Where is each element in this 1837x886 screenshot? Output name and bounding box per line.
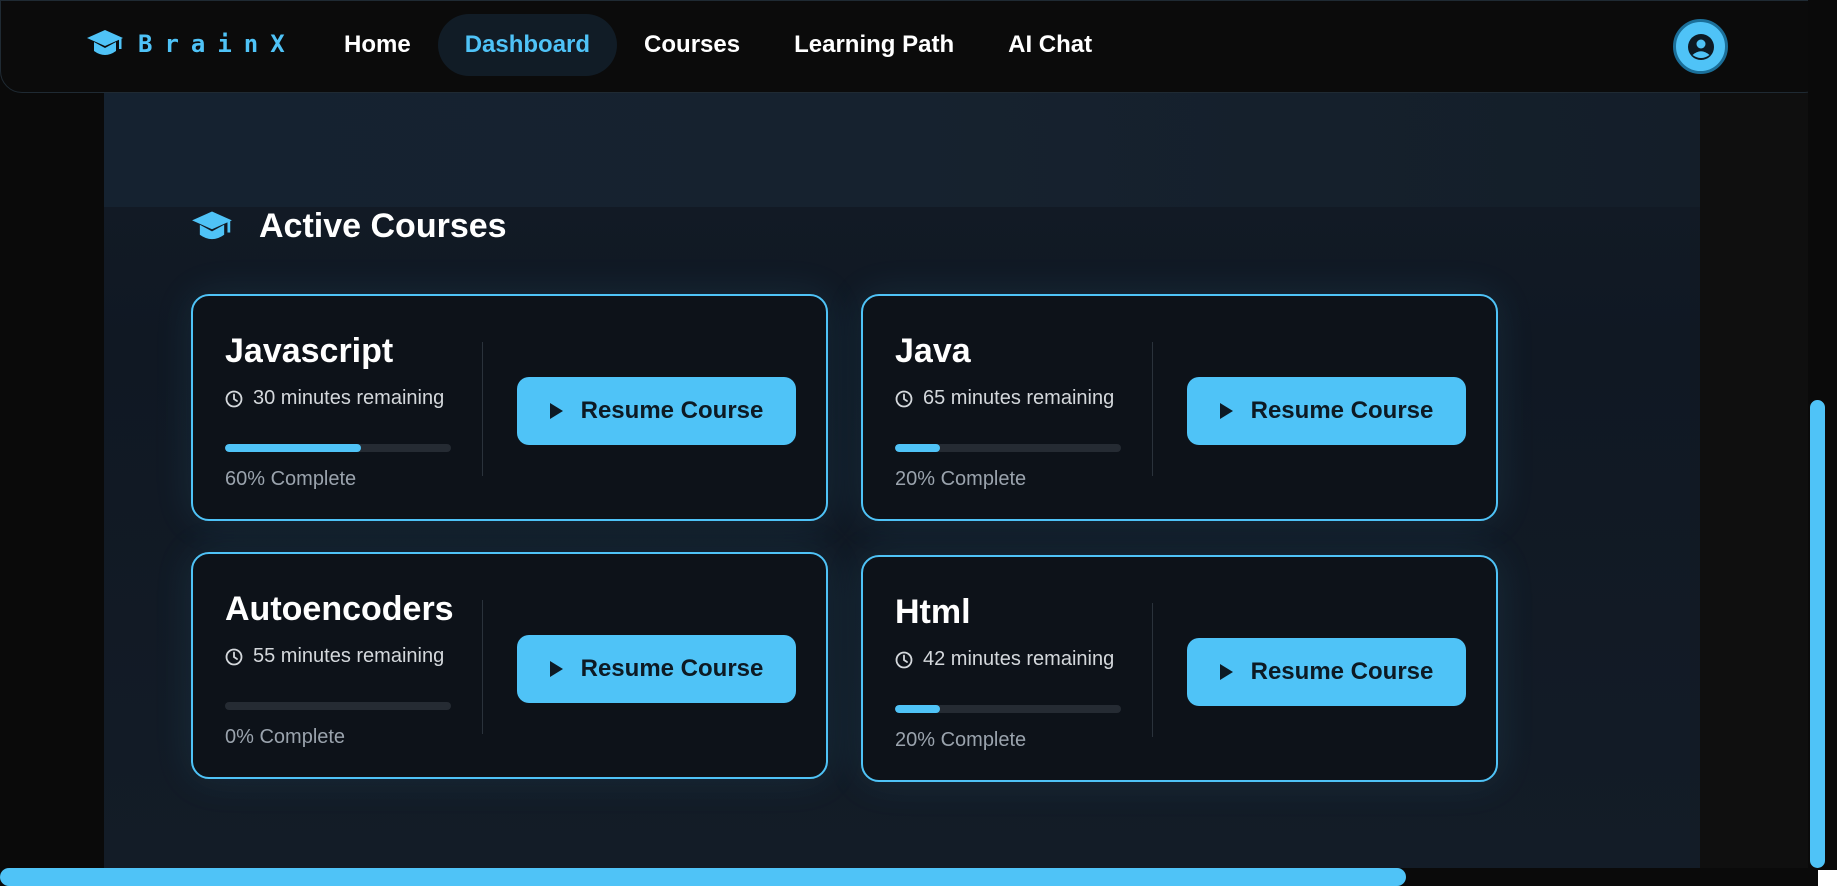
user-circle-icon	[1687, 33, 1714, 60]
section-title: Active Courses	[259, 207, 507, 245]
clock-icon	[895, 390, 913, 407]
nav-links: Home Dashboard Courses Learning Path AI …	[317, 14, 1119, 76]
nav-courses[interactable]: Courses	[617, 14, 767, 76]
graduation-cap-icon	[192, 211, 232, 239]
resume-button-label: Resume Course	[580, 655, 764, 682]
play-icon	[1219, 664, 1233, 680]
nav-dashboard[interactable]: Dashboard	[437, 14, 618, 76]
brand-name: BrainX	[138, 30, 297, 58]
progress-bar	[895, 705, 1121, 713]
progress-label: 20% Complete	[895, 729, 1027, 751]
time-remaining: 65 minutes remaining	[895, 387, 1121, 410]
play-icon	[549, 403, 563, 419]
card-divider	[482, 342, 483, 476]
user-avatar-button[interactable]	[1673, 19, 1728, 74]
course-title: Java	[895, 332, 971, 370]
resume-button-label: Resume Course	[1250, 397, 1434, 424]
brand-logo[interactable]: BrainX	[86, 28, 297, 60]
time-remaining: 42 minutes remaining	[895, 648, 1121, 671]
scrollbar-corner	[1818, 870, 1837, 886]
time-remaining-text: 42 minutes remaining	[923, 648, 1115, 670]
progress-label: 0% Complete	[225, 726, 346, 748]
vertical-scrollbar-thumb[interactable]	[1810, 400, 1825, 868]
course-title: Javascript	[225, 332, 394, 370]
progress-label: 20% Complete	[895, 468, 1027, 490]
horizontal-scrollbar-thumb[interactable]	[0, 868, 1406, 886]
time-remaining: 55 minutes remaining	[225, 645, 451, 668]
progress-bar	[225, 444, 451, 452]
progress-fill	[895, 444, 941, 452]
clock-icon	[225, 390, 243, 407]
course-title: Autoencoders	[225, 590, 454, 628]
progress-fill	[895, 705, 941, 713]
course-title: Html	[895, 593, 971, 631]
clock-icon	[225, 648, 243, 665]
right-gutter	[1700, 0, 1808, 868]
course-card-html: Html 42 minutes remaining 20% Complete R…	[861, 555, 1498, 782]
card-divider	[1152, 342, 1153, 476]
time-remaining-text: 55 minutes remaining	[253, 645, 445, 667]
resume-course-button[interactable]: Resume Course	[1187, 638, 1466, 706]
resume-course-button[interactable]: Resume Course	[1187, 377, 1466, 445]
top-navbar: BrainX Home Dashboard Courses Learning P…	[0, 0, 1827, 93]
time-remaining-text: 30 minutes remaining	[253, 387, 445, 409]
course-card-java: Java 65 minutes remaining 20% Complete R…	[861, 294, 1498, 521]
progress-bar	[895, 444, 1121, 452]
resume-button-label: Resume Course	[580, 397, 764, 424]
resume-button-label: Resume Course	[1250, 658, 1434, 685]
nav-ai-chat[interactable]: AI Chat	[981, 14, 1119, 76]
time-remaining-text: 65 minutes remaining	[923, 387, 1115, 409]
card-divider	[482, 600, 483, 734]
card-divider	[1152, 603, 1153, 737]
course-card-autoencoders: Autoencoders 55 minutes remaining 0% Com…	[191, 552, 828, 779]
resume-course-button[interactable]: Resume Course	[517, 635, 796, 703]
resume-course-button[interactable]: Resume Course	[517, 377, 796, 445]
progress-bar	[225, 702, 451, 710]
time-remaining: 30 minutes remaining	[225, 387, 451, 410]
active-courses-header: Active Courses	[191, 207, 507, 246]
play-icon	[1219, 403, 1233, 419]
progress-label: 60% Complete	[225, 468, 357, 490]
clock-icon	[895, 651, 913, 668]
nav-learning-path[interactable]: Learning Path	[767, 14, 981, 76]
progress-fill	[225, 444, 361, 452]
play-icon	[549, 661, 563, 677]
nav-home[interactable]: Home	[317, 14, 438, 76]
graduation-cap-icon	[87, 30, 123, 55]
course-card-javascript: Javascript 30 minutes remaining 60% Comp…	[191, 294, 828, 521]
